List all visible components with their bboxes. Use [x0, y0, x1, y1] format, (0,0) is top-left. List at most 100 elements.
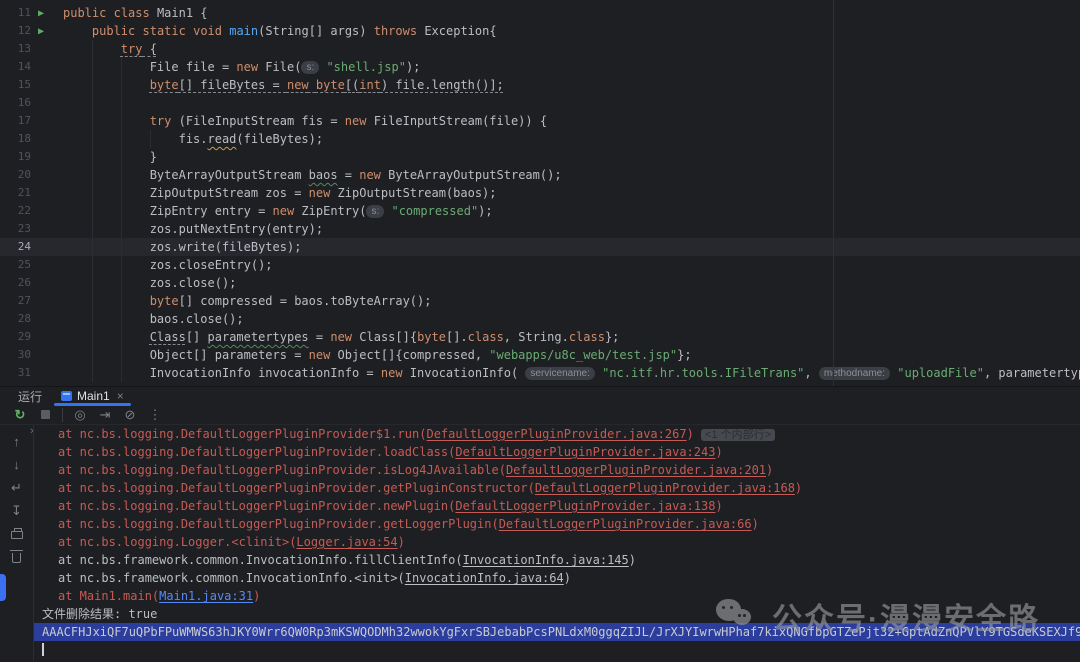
code-line[interactable]: 13 try { — [0, 40, 1080, 58]
console-line[interactable]: at nc.bs.logging.DefaultLoggerPluginProv… — [34, 461, 1080, 479]
code-line[interactable]: 21 ZipOutputStream zos = new ZipOutputSt… — [0, 184, 1080, 202]
console-output[interactable]: at nc.bs.logging.DefaultLoggerPluginProv… — [34, 425, 1080, 661]
code-editor[interactable]: 11▶public class Main1 {12▶ public static… — [0, 0, 1080, 387]
console-line[interactable]: 进程已结束，退出代码为 0 — [34, 659, 1080, 661]
code-line[interactable]: 15 byte[] fileBytes = new byte[(int) fil… — [0, 76, 1080, 94]
code-line[interactable]: 14 File file = new File(s: "shell.jsp"); — [0, 58, 1080, 76]
console-line[interactable]: at nc.bs.logging.DefaultLoggerPluginProv… — [34, 425, 1080, 443]
camera-icon-button[interactable]: ◎ — [72, 407, 88, 423]
console-line[interactable]: at nc.bs.logging.DefaultLoggerPluginProv… — [34, 515, 1080, 533]
line-number: 29 — [0, 328, 31, 346]
scroll-to-end-button[interactable]: ↧ — [8, 502, 26, 518]
indent-guide — [92, 148, 93, 166]
console-line[interactable]: at nc.bs.logging.DefaultLoggerPluginProv… — [34, 479, 1080, 497]
stack-trace-link[interactable]: DefaultLoggerPluginProvider.java:168 — [535, 481, 795, 495]
indent-guide — [92, 166, 93, 184]
stack-trace-link[interactable]: DefaultLoggerPluginProvider.java:201 — [506, 463, 766, 477]
indent-guide — [121, 112, 122, 130]
indent-guide — [121, 202, 122, 220]
line-number: 11 — [0, 4, 31, 22]
jump-to-source-button[interactable]: ⇥ — [97, 407, 113, 423]
console-line[interactable]: 文件删除结果: true — [34, 605, 1080, 623]
run-body: › ↑ ↓ ↵ ↧ at nc.bs.logging.DefaultLoggerPlu… — [0, 425, 1080, 661]
print-button[interactable] — [8, 525, 26, 541]
line-number: 21 — [0, 184, 31, 202]
indent-guide — [121, 166, 122, 184]
line-number: 23 — [0, 220, 31, 238]
code-line[interactable]: 19 } — [0, 148, 1080, 166]
indent-guide — [121, 310, 122, 328]
code-line[interactable]: 28 baos.close(); — [0, 310, 1080, 328]
code-line[interactable]: 26 zos.close(); — [0, 274, 1080, 292]
code-line[interactable]: 31 InvocationInfo invocationInfo = new I… — [0, 364, 1080, 382]
line-number: 27 — [0, 292, 31, 310]
indent-guide — [121, 238, 122, 256]
console-line[interactable] — [34, 641, 1080, 659]
next-occurrence-button[interactable]: ↓ — [8, 456, 26, 472]
line-number: 12 — [0, 22, 31, 40]
code-line[interactable]: 16 — [0, 94, 1080, 112]
code-line[interactable]: 18 fis.read(fileBytes); — [0, 130, 1080, 148]
ide-window: 11▶public class Main1 {12▶ public static… — [0, 0, 1080, 662]
console-line[interactable]: at nc.bs.framework.common.InvocationInfo… — [34, 569, 1080, 587]
console-left-toolbar: ↑ ↓ ↵ ↧ — [0, 425, 34, 661]
code-line[interactable]: 20 ByteArrayOutputStream baos = new Byte… — [0, 166, 1080, 184]
console-line[interactable]: at nc.bs.logging.Logger.<clinit>(Logger.… — [34, 533, 1080, 551]
console-line[interactable]: at nc.bs.logging.DefaultLoggerPluginProv… — [34, 497, 1080, 515]
stack-trace-link[interactable]: InvocationInfo.java:145 — [463, 553, 629, 567]
code-line[interactable]: 24 zos.write(fileBytes); — [0, 238, 1080, 256]
indent-guide — [92, 328, 93, 346]
line-number: 17 — [0, 112, 31, 130]
stack-trace-link[interactable]: DefaultLoggerPluginProvider.java:138 — [455, 499, 715, 513]
run-gutter-icon[interactable]: ▶ — [38, 23, 44, 41]
soft-wrap-button[interactable]: ↵ — [8, 479, 26, 495]
tab-label: Main1 — [77, 389, 110, 403]
line-number: 24 — [0, 238, 31, 256]
code-line[interactable]: 29 Class[] parametertypes = new Class[]{… — [0, 328, 1080, 346]
selected-output-line[interactable]: AAACFHJxiQF7uQPbFPuWMWS63hJKY0Wrr6QW0Rp3… — [34, 623, 1080, 641]
line-number: 15 — [0, 76, 31, 94]
run-gutter-icon[interactable]: ▶ — [38, 5, 44, 23]
stop-button[interactable] — [37, 407, 53, 423]
run-header: 运行 Main1 × — [0, 387, 1080, 405]
rerun-button[interactable]: ↻ — [12, 407, 28, 423]
chevron-right-icon[interactable]: › — [30, 425, 34, 437]
more-options-button[interactable]: ⋮ — [147, 407, 163, 423]
line-number: 19 — [0, 148, 31, 166]
code-line[interactable]: 27 byte[] compressed = baos.toByteArray(… — [0, 292, 1080, 310]
text-caret — [42, 643, 44, 656]
stack-trace-link[interactable]: Main1.java:31 — [159, 589, 253, 603]
code-line[interactable]: 12▶ public static void main(String[] arg… — [0, 22, 1080, 40]
stack-trace-link[interactable]: DefaultLoggerPluginProvider.java:243 — [455, 445, 715, 459]
console-line[interactable]: at Main1.main(Main1.java:31) — [34, 587, 1080, 605]
console-line[interactable]: at nc.bs.logging.DefaultLoggerPluginProv… — [34, 443, 1080, 461]
stack-trace-link[interactable]: Logger.java:54 — [296, 535, 397, 549]
console-line[interactable]: at nc.bs.framework.common.InvocationInfo… — [34, 551, 1080, 569]
code-line[interactable]: 17 try (FileInputStream fis = new FileIn… — [0, 112, 1080, 130]
code-line[interactable]: 30 Object[] parameters = new Object[]{co… — [0, 346, 1080, 364]
clear-history-button[interactable]: ⊘ — [122, 407, 138, 423]
stack-trace-link[interactable]: DefaultLoggerPluginProvider.java:66 — [499, 517, 752, 531]
code-line[interactable]: 25 zos.closeEntry(); — [0, 256, 1080, 274]
stack-trace-link[interactable]: DefaultLoggerPluginProvider.java:267 — [426, 427, 686, 441]
prev-occurrence-button[interactable]: ↑ — [8, 433, 26, 449]
indent-guide — [92, 310, 93, 328]
indent-guide — [92, 256, 93, 274]
indent-guide — [92, 58, 93, 76]
stack-trace-link[interactable]: InvocationInfo.java:64 — [405, 571, 564, 585]
indent-guide — [92, 292, 93, 310]
indent-guide — [121, 58, 122, 76]
line-number: 22 — [0, 202, 31, 220]
indent-guide — [92, 346, 93, 364]
code-line[interactable]: 22 ZipEntry entry = new ZipEntry(s: "com… — [0, 202, 1080, 220]
code-line[interactable]: 23 zos.putNextEntry(entry); — [0, 220, 1080, 238]
clear-console-button[interactable] — [8, 548, 26, 564]
code-line[interactable]: 11▶public class Main1 { — [0, 4, 1080, 22]
line-number: 26 — [0, 274, 31, 292]
indent-guide — [121, 76, 122, 94]
indent-guide — [121, 274, 122, 292]
run-stripe-indicator[interactable] — [0, 574, 6, 601]
tab-main1[interactable]: Main1 × — [54, 387, 131, 405]
close-icon[interactable]: × — [117, 389, 124, 403]
indent-guide — [92, 40, 93, 58]
